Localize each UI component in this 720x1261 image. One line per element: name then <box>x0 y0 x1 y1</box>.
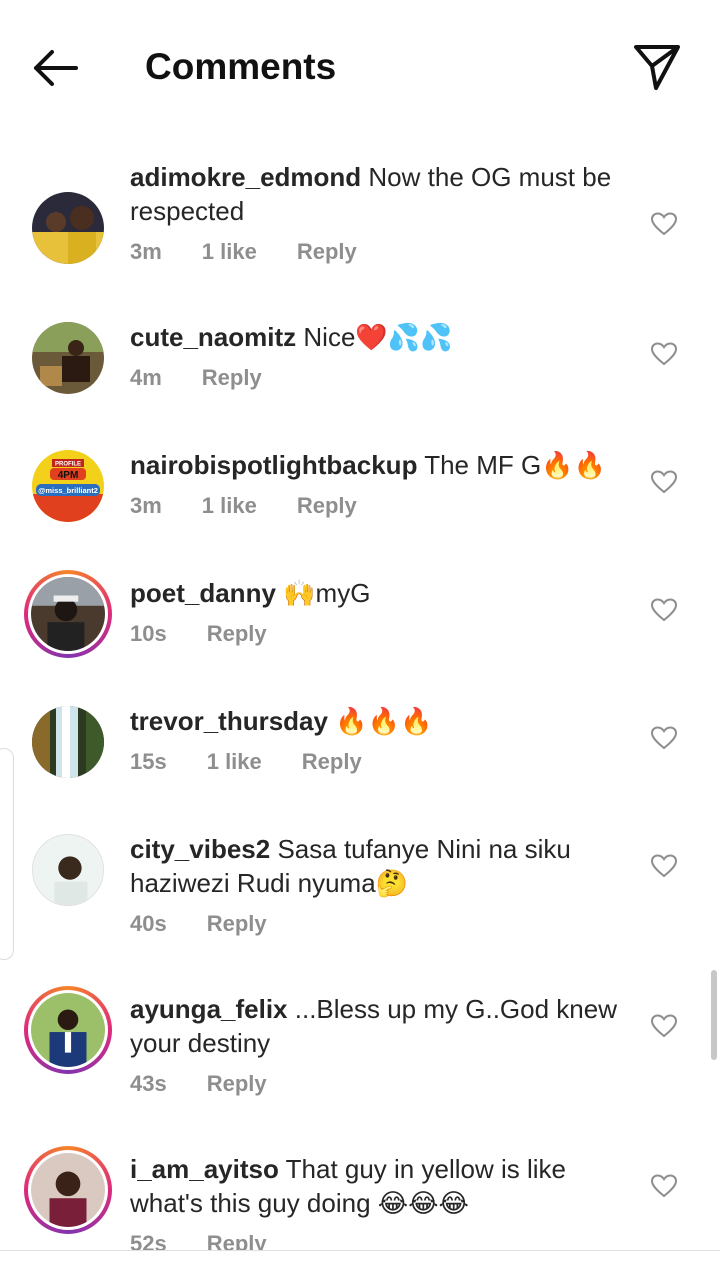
comment-text: 🙌myG <box>283 578 371 608</box>
comment-username[interactable]: adimokre_edmond <box>130 162 361 192</box>
comment-username[interactable]: cute_naomitz <box>130 322 296 352</box>
send-button[interactable] <box>630 40 684 94</box>
scrollbar[interactable] <box>711 970 717 1060</box>
comment-username[interactable]: nairobispotlightbackup <box>130 450 417 480</box>
comment-meta: 52s Reply <box>130 1229 307 1250</box>
heart-icon[interactable] <box>651 342 677 366</box>
reply-button[interactable]: Reply <box>207 911 267 936</box>
comment-meta: 40s Reply <box>130 909 307 939</box>
comment-meta: 3m 1 like Reply <box>130 491 397 521</box>
divider <box>0 1250 720 1251</box>
heart-icon[interactable] <box>651 470 677 494</box>
heart-icon[interactable] <box>651 598 677 622</box>
comment-time: 52s <box>130 1231 167 1250</box>
comment-time: 15s <box>130 749 167 774</box>
comment-likes[interactable]: 1 like <box>207 749 262 774</box>
comment-time: 10s <box>130 621 167 646</box>
back-button[interactable] <box>28 44 84 92</box>
comment-meta: 10s Reply <box>130 619 307 649</box>
avatar[interactable] <box>24 1146 112 1234</box>
avatar[interactable] <box>24 570 112 658</box>
comment-time: 3m <box>130 493 162 518</box>
reply-button[interactable]: Reply <box>302 749 362 774</box>
comment-list[interactable]: adimokre_edmond Now the OG must be respe… <box>0 130 720 1250</box>
avatar[interactable] <box>32 192 104 264</box>
avatar-label: 4PM <box>58 470 79 481</box>
reply-button[interactable]: Reply <box>207 1071 267 1096</box>
avatar[interactable] <box>32 322 104 394</box>
avatar[interactable] <box>32 834 104 906</box>
heart-icon[interactable] <box>651 1014 677 1038</box>
comment-likes[interactable]: 1 like <box>202 239 257 264</box>
comment-username[interactable]: trevor_thursday <box>130 706 328 736</box>
page-title: Comments <box>145 46 337 87</box>
avatar-label: PROFILE <box>55 462 81 468</box>
comments-header: Comments <box>0 0 720 130</box>
comment-meta: 4m Reply <box>130 363 302 393</box>
avatar[interactable] <box>32 706 104 778</box>
reply-button[interactable]: Reply <box>297 239 357 264</box>
comment-text: The MF G🔥🔥 <box>424 450 606 480</box>
reply-button[interactable]: Reply <box>202 365 262 390</box>
comment-time: 43s <box>130 1071 167 1096</box>
avatar-label: @miss_brilliant2 <box>38 486 98 495</box>
comment-likes[interactable]: 1 like <box>202 493 257 518</box>
comment-username[interactable]: i_am_ayitso <box>130 1154 279 1184</box>
comment-username[interactable]: ayunga_felix <box>130 994 288 1024</box>
comment-username[interactable]: city_vibes2 <box>130 834 270 864</box>
comment-text: 🔥🔥🔥 <box>335 706 433 736</box>
comment-username[interactable]: poet_danny <box>130 578 276 608</box>
paper-plane-icon <box>634 45 680 90</box>
heart-icon[interactable] <box>651 1174 677 1198</box>
heart-icon[interactable] <box>651 212 677 236</box>
comment-meta: 43s Reply <box>130 1069 307 1099</box>
heart-icon[interactable] <box>651 854 677 878</box>
reply-button[interactable]: Reply <box>297 493 357 518</box>
reply-button[interactable]: Reply <box>207 621 267 646</box>
avatar[interactable] <box>24 986 112 1074</box>
reply-button[interactable]: Reply <box>207 1231 267 1250</box>
comment-meta: 3m 1 like Reply <box>130 237 397 267</box>
comment-meta: 15s 1 like Reply <box>130 747 402 777</box>
comment-text: Nice❤️💦💦 <box>303 322 453 352</box>
side-panel-edge[interactable] <box>0 748 14 960</box>
comment-time: 3m <box>130 239 162 264</box>
avatar[interactable]: PROFILE 4PM @miss_brilliant2 <box>32 450 104 522</box>
comment-time: 40s <box>130 911 167 936</box>
heart-icon[interactable] <box>651 726 677 750</box>
comment-time: 4m <box>130 365 162 390</box>
arrow-left-icon <box>34 50 78 86</box>
